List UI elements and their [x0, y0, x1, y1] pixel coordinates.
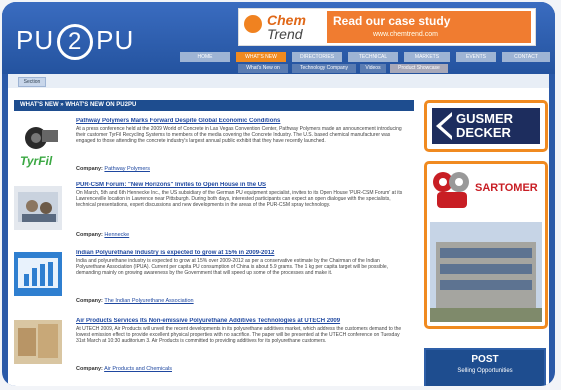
logo-text-right: PU [96, 25, 135, 55]
article-thumbnail[interactable] [14, 252, 62, 296]
news-list: WHAT'S NEW » WHAT'S NEW ON PU2PU TyrFil … [14, 100, 414, 386]
breadcrumb-strip: Section [8, 74, 549, 88]
article-thumbnail[interactable] [14, 320, 62, 364]
logo-circle-two: 2 [57, 24, 94, 60]
company-link[interactable]: Pathway Polymers [104, 166, 150, 172]
site-header: PU 2 PU Chem Trend Read our case study www… [2, 2, 555, 80]
article-thumbnail[interactable] [14, 186, 62, 230]
company-label: Company: [76, 298, 103, 304]
subnav-technology-company[interactable]: Technology Company [292, 64, 356, 73]
chemtrend-banner-ad[interactable]: Chem Trend Read our case study www.chemt… [238, 8, 536, 46]
subnav-product-showcase[interactable]: Product Showcase [390, 64, 448, 73]
nav-tab-whats-new[interactable]: WHAT'S NEW [236, 52, 286, 62]
ipua-chart-image [14, 252, 62, 296]
news-item: Air Products Services Its Non-emissive P… [14, 318, 414, 384]
article-summary: On March, 5th and 6th Hennecke Inc., the… [76, 190, 403, 208]
gusmer-logo: GUSMER DECKER [432, 108, 540, 144]
nav-tab-home[interactable]: HOME [180, 52, 230, 62]
article-summary: At UTECH 2009, Air Products will unveil … [76, 326, 402, 344]
chemtrend-brand-line2: Trend [267, 26, 303, 42]
section-heading: WHAT'S NEW » WHAT'S NEW ON PU2PU [14, 100, 414, 111]
gusmer-line2: DECKER [456, 125, 511, 140]
news-item: TyrFil Pathway Polymers Marks Forward De… [14, 118, 414, 188]
article-summary: At a press conference held at the 2009 W… [76, 126, 402, 144]
post-opportunities-banner[interactable]: POST Selling Opportunities [424, 348, 546, 386]
sub-nav: What's New on PU2PU Technology Company V… [238, 64, 448, 80]
chemtrend-url: www.chemtrend.com [373, 31, 438, 38]
gusmer-arrow-inner [441, 116, 452, 136]
sartomer-building-photo [430, 222, 542, 322]
sartomer-mascot-icon [433, 172, 469, 208]
article-thumbnail[interactable]: TyrFil [14, 124, 62, 168]
company-link[interactable]: Air Products and Chemicals [104, 366, 172, 372]
nav-tab-events[interactable]: EVENTS [456, 52, 496, 62]
article-title[interactable]: Indian Polyurethane Industry is expected… [76, 250, 406, 256]
news-item: Indian Polyurethane Industry is expected… [14, 250, 414, 316]
post-title: POST [471, 354, 499, 365]
subnav-whats-new-on-pu2pu[interactable]: What's New on PU2PU [238, 64, 288, 80]
case-study-cta[interactable]: Read our case study www.chemtrend.com [327, 11, 531, 43]
nav-tab-markets[interactable]: MARKETS [404, 52, 450, 62]
article-company: Company: The Indian Polyurethane Associa… [76, 298, 194, 304]
content-area: Section WHAT'S NEW » WHAT'S NEW ON PU2PU… [8, 74, 549, 386]
company-link[interactable]: Hennecke [104, 232, 129, 238]
foam-product-image [14, 320, 62, 364]
article-company: Company: Pathway Polymers [76, 166, 150, 172]
article-summary: India and polyurethane industry is expec… [76, 258, 389, 276]
nav-tab-technical[interactable]: TECHNICAL [348, 52, 398, 62]
chemtrend-logo-icon [244, 15, 262, 33]
section-pill[interactable]: Section [18, 77, 46, 87]
company-label: Company: [76, 232, 103, 238]
article-title[interactable]: Pathway Polymers Marks Forward Despite G… [76, 118, 406, 124]
article-title[interactable]: Air Products Services Its Non-emissive P… [76, 318, 406, 324]
article-company: Company: Air Products and Chemicals [76, 366, 172, 372]
gusmer-line1: GUSMER [456, 111, 514, 126]
subnav-videos[interactable]: Videos [360, 64, 386, 73]
tyrfil-logo-text: TyrFil [20, 154, 53, 168]
sartomer-logo-text: SARTOMER [475, 182, 538, 194]
news-item: PUR-CSM Forum: "New Horizons" Invites to… [14, 182, 414, 248]
sidebar: GUSMER DECKER SARTOMER POST Selling Oppo… [424, 100, 550, 386]
browser-frame: PU 2 PU Chem Trend Read our case study www… [2, 2, 555, 386]
company-link[interactable]: The Indian Polyurethane Association [104, 298, 193, 304]
article-title[interactable]: PUR-CSM Forum: "New Horizons" Invites to… [76, 182, 406, 188]
nav-tab-contact[interactable]: CONTACT [502, 52, 550, 62]
building-image [430, 222, 542, 322]
gusmer-decker-ad[interactable]: GUSMER DECKER [424, 100, 548, 152]
event-photo [14, 186, 62, 230]
logo-text-left: PU [16, 25, 55, 55]
company-label: Company: [76, 166, 103, 172]
nav-tab-directories[interactable]: DIRECTORIES [292, 52, 342, 62]
sartomer-ad[interactable]: SARTOMER [424, 161, 548, 329]
site-logo[interactable]: PU 2 PU [16, 24, 134, 60]
post-subtitle: Selling Opportunities [457, 368, 513, 374]
main-nav: HOME WHAT'S NEW DIRECTORIES TECHNICAL MA… [180, 52, 550, 62]
case-study-cta-text: Read our case study [333, 14, 451, 28]
company-label: Company: [76, 366, 103, 372]
article-company: Company: Hennecke [76, 232, 129, 238]
chemtrend-logo: Chem Trend [241, 11, 321, 43]
